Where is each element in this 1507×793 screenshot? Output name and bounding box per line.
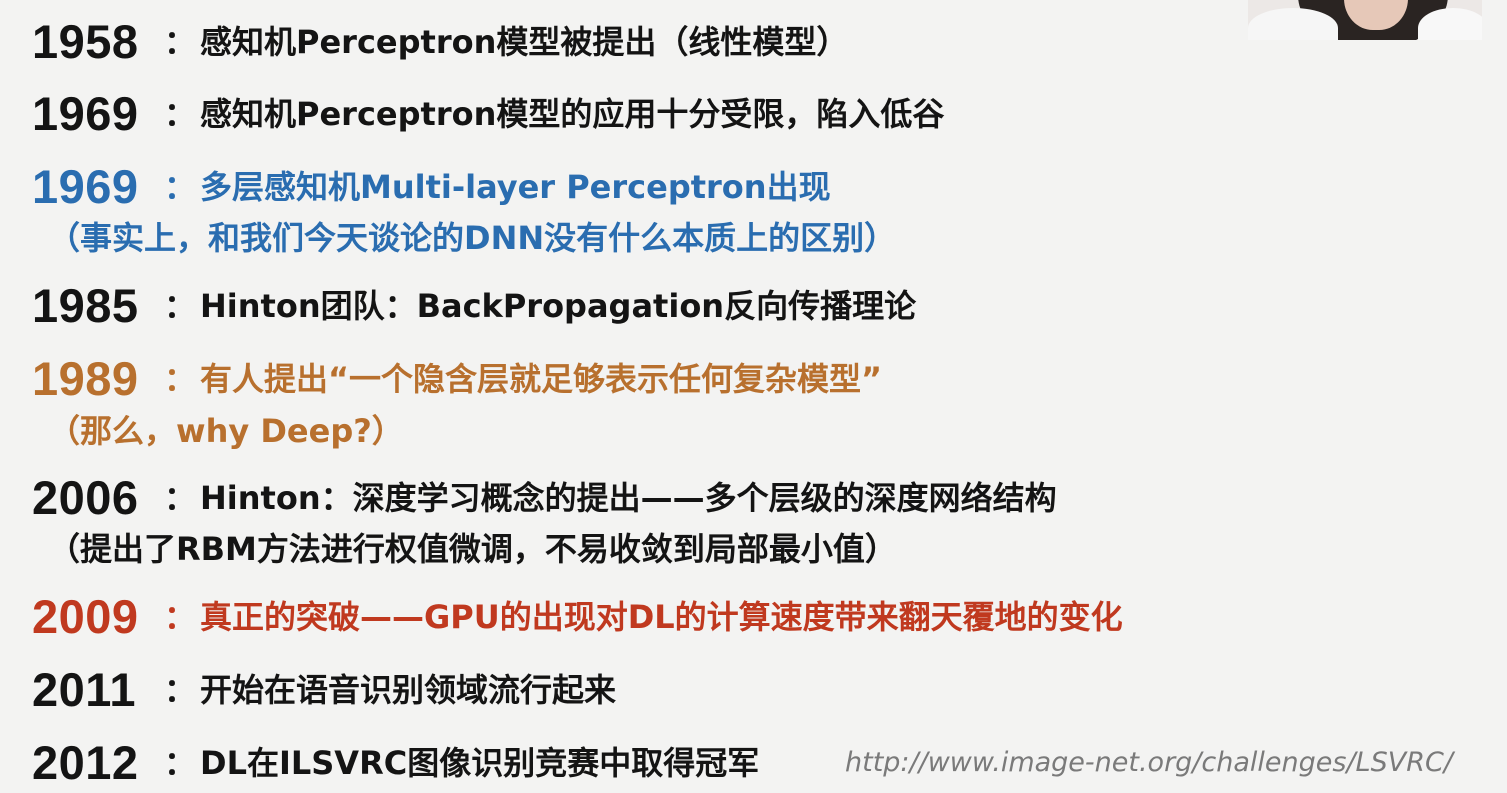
timeline-text: Hinton团队：BackPropagation反向传播理论 xyxy=(200,287,917,325)
timeline-colon: ： xyxy=(164,744,197,782)
timeline-year: 2006 xyxy=(32,471,139,524)
timeline-text: 真正的突破——GPU的出现对DL的计算速度带来翻天覆地的变化 xyxy=(200,598,1123,636)
timeline-year: 1969 xyxy=(32,160,139,213)
presenter-shoulder-left xyxy=(1248,8,1338,40)
timeline-colon: ： xyxy=(164,287,197,325)
timeline-colon: ： xyxy=(164,479,197,517)
timeline-note-1969: （事实上，和我们今天谈论的DNN没有什么本质上的区别） xyxy=(48,219,897,257)
timeline-colon: ： xyxy=(164,598,197,636)
timeline-text: DL在ILSVRC图像识别竞赛中取得冠军 xyxy=(200,744,760,782)
timeline-year: 2011 xyxy=(32,663,136,716)
timeline-year: 1985 xyxy=(32,279,139,332)
timeline-note-1989: （那么，why Deep?） xyxy=(48,412,404,450)
timeline-colon: ： xyxy=(164,360,197,398)
timeline-text: 开始在语音识别领域流行起来 xyxy=(200,671,617,709)
timeline-colon: ： xyxy=(164,671,197,709)
timeline-year: 1969 xyxy=(32,87,139,140)
timeline-text: 感知机Perceptron模型被提出（线性模型） xyxy=(200,23,849,61)
timeline-text: 有人提出“一个隐含层就足够表示任何复杂模型” xyxy=(200,360,883,398)
timeline-colon: ： xyxy=(164,95,197,133)
imagenet-source-link[interactable]: http://www.image-net.org/challenges/LSVR… xyxy=(845,740,1453,786)
timeline-text: 多层感知机Multi-layer Perceptron出现 xyxy=(200,168,831,206)
timeline-year: 1958 xyxy=(32,15,139,68)
timeline-year: 1989 xyxy=(32,352,139,405)
timeline-text: Hinton：深度学习概念的提出——多个层级的深度网络结构 xyxy=(200,479,1057,517)
timeline-text: 感知机Perceptron模型的应用十分受限，陷入低谷 xyxy=(200,95,945,133)
timeline-note-2006: （提出了RBM方法进行权值微调，不易收敛到局部最小值） xyxy=(48,530,897,568)
timeline-year: 2012 xyxy=(32,736,139,789)
presenter-webcam xyxy=(1248,0,1482,40)
timeline-year: 2009 xyxy=(32,590,139,643)
timeline-colon: ： xyxy=(164,23,197,61)
presenter-shoulder-right xyxy=(1418,8,1482,40)
timeline-colon: ： xyxy=(164,168,197,206)
